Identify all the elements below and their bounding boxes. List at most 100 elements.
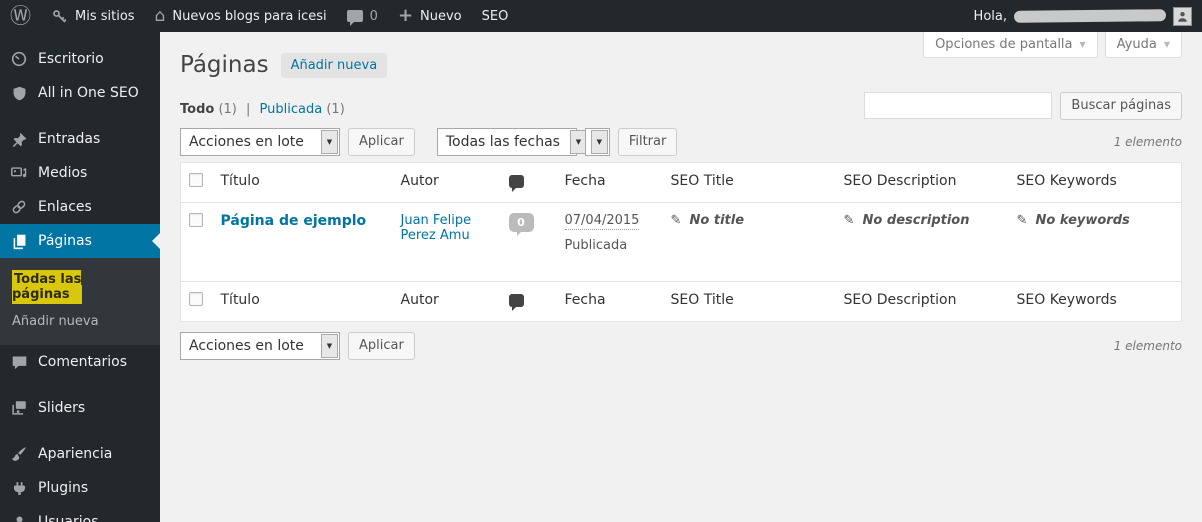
sidebar-item-posts[interactable]: Entradas <box>0 122 160 156</box>
admin-bar-left: Ⓦ Mis sitios ⌂ Nuevos blogs para icesi 0… <box>0 0 518 32</box>
seo-description-value: No description <box>862 212 970 228</box>
comment-count: 0 <box>369 8 378 24</box>
posts-pin-icon <box>9 129 29 149</box>
apply-button[interactable]: Aplicar <box>348 127 415 156</box>
sidebar-item-label: Sliders <box>38 400 86 416</box>
item-count: 1 elemento <box>1113 338 1182 353</box>
column-author[interactable]: Autor <box>392 280 501 322</box>
media-icon <box>9 163 29 183</box>
tablenav-top: Acciones en lote ▼ Aplicar Todas las fec… <box>180 127 1182 156</box>
main-content: Opciones de pantalla ▼ Ayuda ▼ Páginas A… <box>160 32 1202 522</box>
view-all-link[interactable]: Todo <box>180 102 214 117</box>
column-title[interactable]: Título <box>212 162 393 203</box>
paintbrush-icon <box>9 444 29 464</box>
help-button[interactable]: Ayuda ▼ <box>1104 32 1182 58</box>
comments-icon <box>9 352 29 372</box>
pages-submenu: Todas las páginas Añadir nueva <box>0 258 160 345</box>
submenu-add-new[interactable]: Añadir nueva <box>0 308 160 335</box>
bulk-actions-value: Acciones en lote <box>189 337 304 354</box>
screen-options-label: Opciones de pantalla <box>935 37 1073 52</box>
search-box: Buscar páginas <box>864 91 1182 120</box>
sidebar-item-label: Apariencia <box>38 446 113 462</box>
screen-options-button[interactable]: Opciones de pantalla ▼ <box>923 32 1098 58</box>
pencil-icon[interactable]: ✎ <box>844 213 855 228</box>
seo-label: SEO <box>481 8 509 24</box>
chevron-down-icon: ▼ <box>1163 40 1170 49</box>
admin-bar-account[interactable]: Hola, <box>973 6 1202 26</box>
greeting-label: Hola, <box>973 8 1007 24</box>
sidebar-item-appearance[interactable]: Apariencia <box>0 437 160 471</box>
seo-shield-icon <box>9 83 29 103</box>
sidebar-item-media[interactable]: Medios <box>0 156 160 190</box>
column-author[interactable]: Autor <box>392 162 501 203</box>
add-new-button[interactable]: Añadir nueva <box>280 53 388 79</box>
highlighted-submenu-label: Todas las páginas <box>12 270 82 304</box>
page-title: Páginas <box>180 52 269 78</box>
wordpress-logo-menu[interactable]: Ⓦ <box>0 0 41 32</box>
select-arrow-icon: ▼ <box>590 129 608 154</box>
wordpress-logo-icon: Ⓦ <box>10 3 31 28</box>
views-separator: | <box>246 101 251 117</box>
comments-column-icon[interactable] <box>508 293 524 311</box>
views-filter: Todo (1) | Publicada (1) <box>180 102 345 120</box>
view-published-link[interactable]: Publicada <box>260 102 323 117</box>
bulk-actions-select[interactable]: Acciones en lote ▼ <box>180 127 340 156</box>
search-input[interactable] <box>864 92 1053 120</box>
dates-filter-value: Todas las fechas <box>445 133 560 150</box>
submenu-label: Añadir nueva <box>12 314 99 329</box>
comment-count-badge[interactable]: 0 <box>508 212 534 236</box>
filter-button[interactable]: Filtrar <box>617 127 678 156</box>
dashboard-gauge-icon <box>9 49 29 69</box>
sidebar-item-comments[interactable]: Comentarios <box>0 345 160 379</box>
screen-meta-links: Opciones de pantalla ▼ Ayuda ▼ <box>923 32 1182 58</box>
sliders-icon <box>9 398 29 418</box>
comments-bubble-icon <box>346 10 363 26</box>
column-date[interactable]: Fecha <box>556 280 663 322</box>
sidebar-item-all-in-one-seo[interactable]: All in One SEO <box>0 76 160 110</box>
select-arrow-icon: ▼ <box>321 129 338 154</box>
submenu-all-pages[interactable]: Todas las páginas <box>0 266 160 308</box>
seo-menu[interactable]: SEO <box>472 0 519 32</box>
secondary-filter-select[interactable]: ▼ <box>584 127 610 156</box>
page-title-link[interactable]: Página de ejemplo <box>221 213 367 229</box>
site-name-menu[interactable]: ⌂ Nuevos blogs para icesi <box>145 0 337 32</box>
new-content-menu[interactable]: + Nuevo <box>388 0 472 32</box>
search-pages-button[interactable]: Buscar páginas <box>1060 91 1182 120</box>
sidebar-item-plugins[interactable]: Plugins <box>0 471 160 505</box>
table-footer-row: Título Autor Fecha SEO Title SEO Descrip… <box>180 280 1182 322</box>
sidebar-item-users[interactable]: Usuarios <box>0 505 160 522</box>
my-sites-label: Mis sitios <box>75 8 135 24</box>
comments-shortcut[interactable]: 0 <box>337 0 388 32</box>
column-title[interactable]: Título <box>212 280 393 322</box>
select-all-checkbox[interactable] <box>189 291 203 306</box>
bulk-actions-select-bottom[interactable]: Acciones en lote ▼ <box>180 331 340 360</box>
sidebar-item-sliders[interactable]: Sliders <box>0 391 160 425</box>
comments-column-icon[interactable] <box>508 174 524 192</box>
wordpress-admin-screen: Ⓦ Mis sitios ⌂ Nuevos blogs para icesi 0… <box>0 0 1202 522</box>
sidebar-item-label: Medios <box>38 165 88 181</box>
select-arrow-icon: ▼ <box>321 333 338 358</box>
author-link[interactable]: Juan Felipe Perez Amu <box>401 213 472 243</box>
column-date[interactable]: Fecha <box>556 162 663 203</box>
tablenav-bottom-actions: Acciones en lote ▼ Aplicar <box>180 331 415 360</box>
my-sites-menu[interactable]: Mis sitios <box>41 0 145 32</box>
admin-sidebar: Escritorio All in One SEO Entradas Medio… <box>0 32 160 522</box>
sidebar-item-label: Comentarios <box>38 354 128 370</box>
dates-filter-select[interactable]: Todas las fechas ▼ <box>436 127 587 156</box>
pencil-icon[interactable]: ✎ <box>1017 213 1028 228</box>
sidebar-item-label: Entradas <box>38 131 101 147</box>
user-icon <box>9 512 29 522</box>
sidebar-item-label: Enlaces <box>38 199 92 215</box>
sidebar-separator <box>0 425 160 437</box>
select-all-checkbox[interactable] <box>189 172 203 187</box>
sidebar-item-dashboard[interactable]: Escritorio <box>0 42 160 76</box>
pencil-icon[interactable]: ✎ <box>671 213 682 228</box>
column-seo-description: SEO Description <box>835 162 1009 203</box>
apply-button-bottom[interactable]: Aplicar <box>348 331 415 360</box>
sidebar-item-links[interactable]: Enlaces <box>0 190 160 224</box>
sidebar-item-label: Usuarios <box>38 514 99 522</box>
row-checkbox[interactable] <box>189 212 203 227</box>
plug-icon <box>9 478 29 498</box>
sidebar-item-pages[interactable]: Páginas <box>0 224 160 258</box>
table-row: Página de ejemplo Juan Felipe Perez Amu … <box>181 202 1182 281</box>
